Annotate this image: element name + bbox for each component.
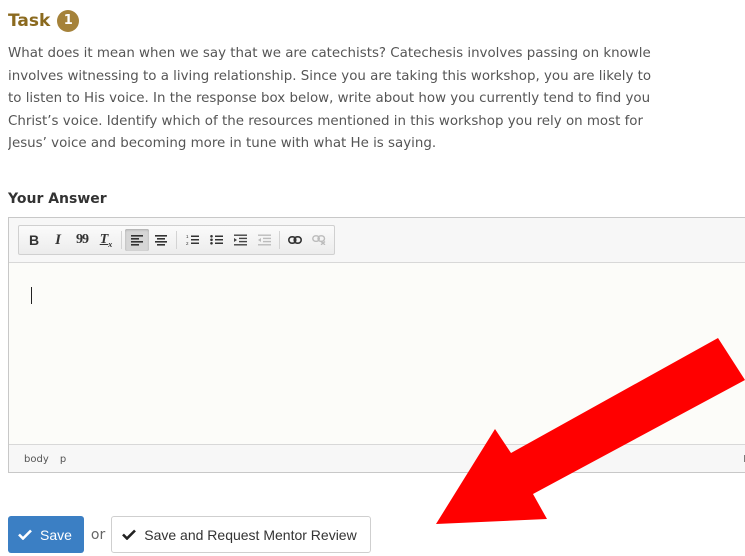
link-icon — [288, 236, 302, 244]
indent-icon — [233, 234, 247, 246]
remove-format-button[interactable]: Tx — [94, 229, 118, 251]
description-line: to listen to His voice. In the response … — [8, 91, 651, 106]
check-icon — [122, 529, 137, 540]
text-caret — [31, 287, 32, 304]
bullet-list-icon — [209, 235, 223, 245]
align-left-button[interactable] — [125, 229, 149, 251]
italic-button[interactable]: I — [46, 229, 70, 251]
save-label: Save — [40, 526, 72, 543]
task-description: What does it mean when we say that we ar… — [8, 43, 745, 156]
save-button[interactable]: Save — [8, 516, 84, 553]
numbered-list-icon: 12 — [186, 234, 199, 246]
indent-button[interactable] — [228, 229, 252, 251]
align-center-icon — [155, 234, 167, 246]
task-header: Task 1 — [8, 10, 80, 32]
path-item-p[interactable]: p — [60, 454, 66, 465]
task-title: Task — [8, 11, 51, 31]
answer-label: Your Answer — [8, 191, 107, 207]
mentor-review-label: Save and Request Mentor Review — [144, 526, 357, 543]
bold-icon: B — [28, 232, 40, 248]
action-bar: Save or Save and Request Mentor Review — [8, 516, 371, 553]
bullet-list-button[interactable] — [204, 229, 228, 251]
toolbar-separator — [176, 231, 177, 249]
toolbar-separator — [279, 231, 280, 249]
align-left-icon — [131, 234, 143, 246]
outdent-button[interactable] — [252, 229, 276, 251]
description-line: Christ’s voice. Identify which of the re… — [8, 113, 644, 129]
svg-text:2: 2 — [186, 241, 189, 246]
or-separator: or — [90, 526, 106, 543]
italic-icon: I — [55, 231, 61, 248]
description-line: involves witnessing to a living relation… — [8, 68, 652, 84]
blockquote-button[interactable]: 99 — [70, 229, 94, 251]
toolbar-separator — [121, 231, 122, 249]
align-center-button[interactable] — [149, 229, 173, 251]
rich-text-editor: B I 99 Tx 12 body p — [8, 217, 745, 473]
save-and-request-mentor-review-button[interactable]: Save and Request Mentor Review — [111, 516, 371, 553]
description-line: Jesus’ voice and becoming more in tune w… — [8, 136, 437, 151]
blockquote-icon: 99 — [76, 232, 89, 247]
check-icon — [18, 529, 32, 540]
bold-button[interactable]: B — [22, 229, 46, 251]
outdent-icon — [257, 234, 271, 246]
unlink-icon — [312, 235, 326, 245]
editor-toolbar: B I 99 Tx 12 — [18, 225, 335, 255]
editor-element-path: body p — [24, 454, 74, 465]
svg-text:1: 1 — [186, 234, 189, 239]
link-button[interactable] — [283, 229, 307, 251]
description-line: What does it mean when we say that we ar… — [8, 46, 651, 61]
task-number-badge: 1 — [57, 10, 80, 32]
numbered-list-button[interactable]: 12 — [180, 229, 204, 251]
answer-text-area[interactable] — [9, 262, 745, 445]
path-item-body[interactable]: body — [24, 454, 49, 465]
remove-format-icon: Tx — [99, 231, 113, 249]
unlink-button[interactable] — [307, 229, 331, 251]
